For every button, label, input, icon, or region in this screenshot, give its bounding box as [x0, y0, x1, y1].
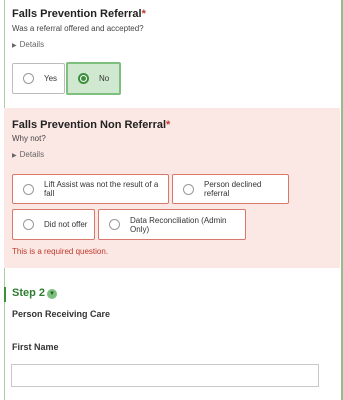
option-yes[interactable]: Yes	[12, 63, 65, 94]
details-label: Details	[19, 40, 45, 49]
option-label: Data Reconciliation (Admin Only)	[130, 215, 227, 234]
option-label: Yes	[44, 74, 58, 83]
radio-icon	[183, 183, 194, 195]
falls-prevention-non-referral-question: Falls Prevention Non Referral* Why not? …	[4, 108, 340, 268]
option-label: Lift Assist was not the result of a fall	[44, 180, 159, 198]
caret-right-icon: ▶	[12, 43, 17, 49]
option-label: No	[99, 74, 110, 83]
question-title: Falls Prevention Non Referral*	[12, 119, 171, 131]
radio-icon	[23, 183, 34, 195]
radio-selected-icon	[78, 73, 89, 84]
step-indicator-bar	[4, 287, 6, 302]
details-toggle[interactable]: ▶ Details	[12, 40, 44, 49]
radio-icon	[23, 219, 34, 230]
chevron-down-icon[interactable]: ▼	[47, 289, 57, 299]
first-name-input[interactable]	[11, 364, 319, 387]
option-label: Did not offer	[44, 220, 88, 229]
option-data-reconciliation[interactable]: Data Reconciliation (Admin Only)	[98, 209, 246, 240]
required-mark: *	[166, 119, 171, 131]
option-did-not-offer[interactable]: Did not offer	[12, 209, 95, 240]
option-lift-assist[interactable]: Lift Assist was not the result of a fall	[12, 174, 169, 204]
details-label: Details	[19, 150, 45, 159]
first-name-label: First Name	[12, 342, 59, 352]
option-no[interactable]: No	[66, 62, 121, 95]
question-subtitle: Was a referral offered and accepted?	[12, 24, 144, 33]
question-title: Falls Prevention Referral*	[12, 8, 146, 20]
radio-icon	[23, 73, 34, 84]
details-toggle[interactable]: ▶ Details	[12, 150, 44, 159]
step-title: Step 2	[12, 287, 46, 299]
question-subtitle: Why not?	[12, 134, 46, 143]
option-label: Person declined referral	[204, 180, 262, 198]
radio-icon	[109, 219, 120, 230]
falls-prevention-referral-question: Falls Prevention Referral* Was a referra…	[4, 0, 340, 108]
caret-right-icon: ▶	[12, 153, 17, 159]
option-person-declined[interactable]: Person declined referral	[172, 174, 289, 204]
error-message: This is a required question.	[12, 247, 109, 256]
required-mark: *	[141, 8, 146, 20]
section-title: Person Receiving Care	[12, 309, 111, 319]
